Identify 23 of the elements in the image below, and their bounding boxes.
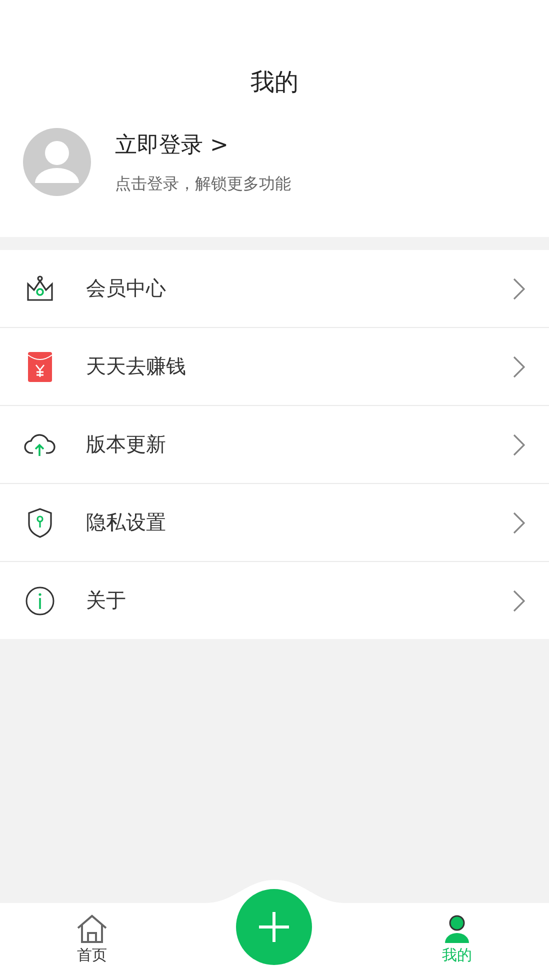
cloud-upload-icon <box>24 432 56 456</box>
home-icon <box>76 914 108 944</box>
page-title: 我的 <box>250 67 300 98</box>
menu-item[interactable]: 关于 <box>0 561 549 639</box>
person-icon <box>442 914 471 944</box>
menu-item[interactable]: 隐私设置 <box>0 483 549 561</box>
plus-icon <box>259 912 290 942</box>
crown-icon <box>25 274 55 302</box>
chevron-right-icon <box>513 512 525 534</box>
menu-item[interactable]: 版本更新 <box>0 405 549 483</box>
chevron-right-icon <box>513 590 525 612</box>
info-icon <box>25 586 55 616</box>
login-link[interactable]: 立即登录 > <box>115 130 291 160</box>
chevron-right-icon <box>513 356 525 378</box>
chevron-right-icon <box>513 434 525 456</box>
chevron-right-icon <box>513 278 525 300</box>
avatar-icon <box>23 128 91 196</box>
shield-icon <box>27 508 53 538</box>
menu-item[interactable]: 天天去赚钱 <box>0 327 549 405</box>
envelope-icon <box>28 352 52 382</box>
tab[interactable]: 首页 <box>52 914 132 965</box>
login-hint: 点击登录，解锁更多功能 <box>115 174 291 194</box>
menu-item[interactable]: 会员中心 <box>0 250 549 327</box>
